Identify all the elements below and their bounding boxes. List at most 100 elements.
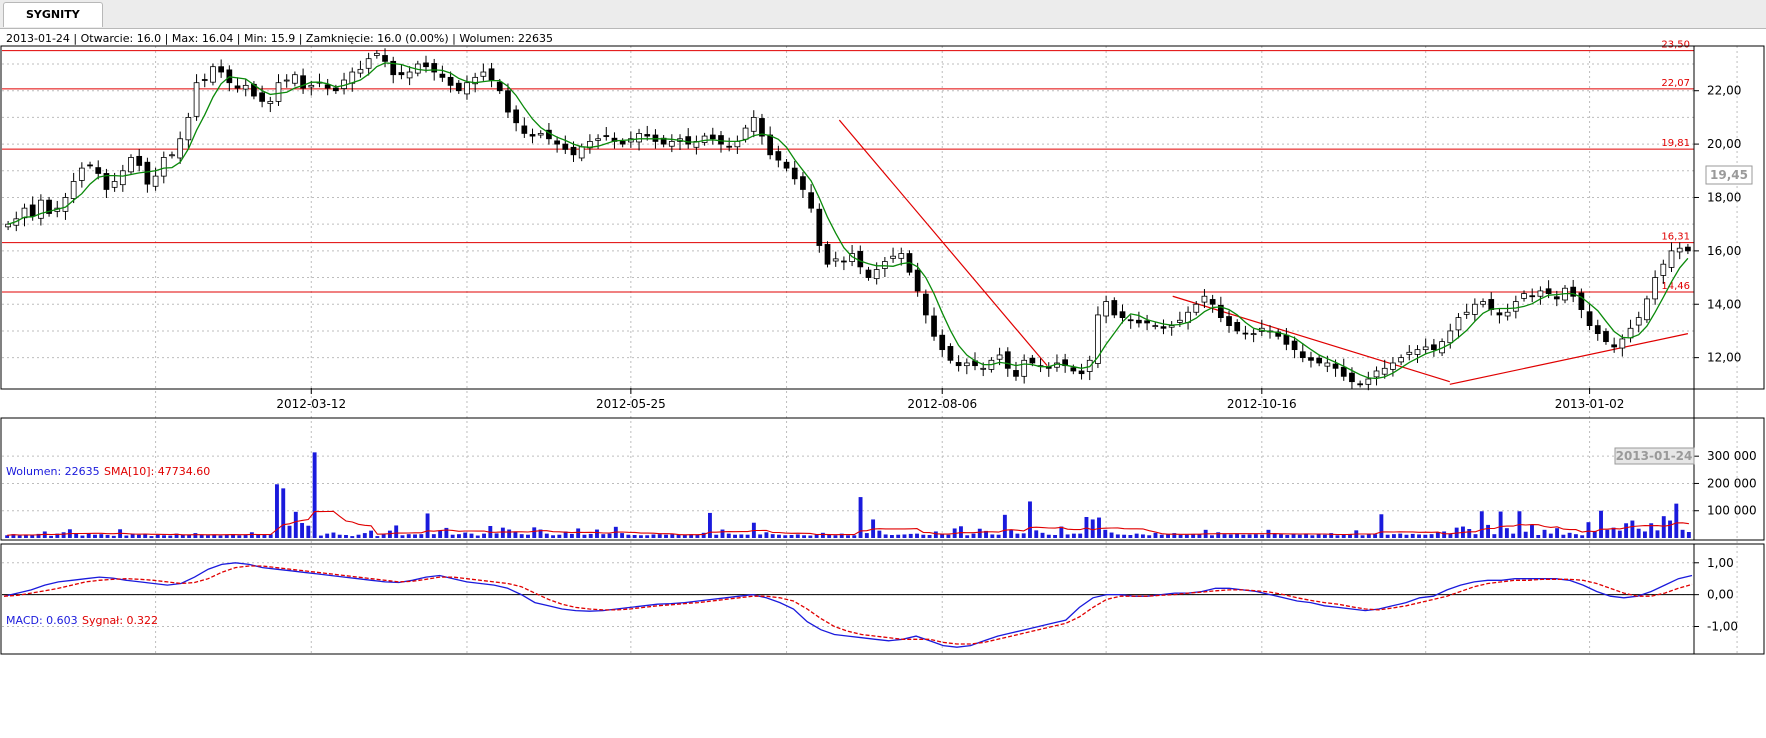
candle xyxy=(38,199,44,219)
volume-bar xyxy=(770,534,775,538)
candle xyxy=(1160,326,1167,329)
candle xyxy=(447,76,454,86)
candle xyxy=(1152,325,1159,328)
volume-bar xyxy=(1473,534,1478,538)
volume-bar xyxy=(802,535,807,538)
candle xyxy=(1521,293,1527,299)
volume-bar xyxy=(965,535,970,538)
candle xyxy=(1668,250,1675,268)
volume-bar xyxy=(1046,534,1051,538)
candle xyxy=(816,208,823,246)
volume-bar xyxy=(1555,528,1560,538)
candle xyxy=(734,141,741,148)
cursor-date-label: 2013-01-24 xyxy=(1616,449,1693,463)
candle xyxy=(636,133,642,143)
candle xyxy=(898,253,905,259)
candle xyxy=(521,125,528,134)
volume-bar xyxy=(1015,533,1020,538)
volume-bar xyxy=(356,534,361,538)
volume-bar xyxy=(99,534,104,538)
candle xyxy=(1340,366,1347,377)
volume-bar xyxy=(300,523,305,538)
volume-bar xyxy=(49,535,54,538)
volume-bar xyxy=(1297,534,1302,538)
candle xyxy=(1201,295,1208,303)
volume-bar xyxy=(1166,534,1170,538)
volume-bar xyxy=(996,534,1001,538)
volume-bar xyxy=(1134,533,1139,538)
candle xyxy=(1127,319,1134,322)
y-tick-label-14,00: 14,00 xyxy=(1707,297,1741,311)
candle xyxy=(431,63,438,73)
candle xyxy=(1308,357,1314,361)
volume-bar xyxy=(1071,533,1076,538)
volume-bar xyxy=(1184,534,1189,538)
volume-bar xyxy=(1128,535,1133,538)
candle xyxy=(890,255,896,259)
volume-bar xyxy=(1140,534,1145,538)
candle xyxy=(1471,303,1478,315)
volume-bar xyxy=(287,525,292,538)
candle xyxy=(144,161,151,185)
candle xyxy=(1504,311,1511,317)
tab-sygnity[interactable]: SYGNITY xyxy=(3,2,103,27)
volume-bar xyxy=(456,534,461,538)
volume-bar xyxy=(80,535,85,538)
volume-bar xyxy=(1272,533,1277,538)
candle xyxy=(578,146,585,159)
candle xyxy=(1414,349,1421,355)
volume-bar xyxy=(1216,532,1221,538)
candle xyxy=(947,346,954,361)
candle xyxy=(1332,363,1339,369)
volume-bar xyxy=(946,534,951,538)
volume-bar xyxy=(1398,533,1403,538)
level-label-19,81: 19,81 xyxy=(1661,138,1690,149)
info-line: 2013-01-24 | Otwarcie: 16.0 | Max: 16.04… xyxy=(6,32,553,45)
candle xyxy=(1136,319,1142,324)
volume-bar xyxy=(1109,532,1114,538)
volume-bar xyxy=(1479,511,1484,538)
volume-bar xyxy=(444,527,449,538)
volume-bar xyxy=(93,534,97,538)
level-label-14,46: 14,46 xyxy=(1661,281,1690,292)
candle xyxy=(1431,344,1437,351)
volume-bar xyxy=(1642,531,1647,538)
volume-bar xyxy=(915,533,919,538)
candle xyxy=(29,204,36,217)
volume-bar xyxy=(469,533,474,538)
volume-bar xyxy=(249,532,254,538)
volume-bar xyxy=(1523,531,1528,538)
candle xyxy=(169,154,175,157)
candle xyxy=(1685,246,1691,252)
candle xyxy=(554,140,560,145)
volume-bar xyxy=(1486,524,1491,538)
volume-bar xyxy=(105,535,110,538)
volume-bar xyxy=(1178,534,1183,538)
x-tick-label-2012-05-25: 2012-05-25 xyxy=(596,397,666,411)
volume-bar xyxy=(162,535,166,538)
volume-legend: Wolumen: 22635 xyxy=(6,465,100,478)
candle xyxy=(128,157,134,173)
volume-bar xyxy=(1661,516,1666,538)
volume-bar xyxy=(337,534,342,538)
candle xyxy=(931,315,937,337)
volume-bar xyxy=(638,535,643,538)
volume-bar xyxy=(1021,533,1026,538)
candle xyxy=(242,84,249,90)
candle xyxy=(1676,247,1683,253)
candle xyxy=(1594,325,1601,335)
volume-bar xyxy=(1028,501,1032,538)
volume-bar xyxy=(344,535,348,538)
volume-bar xyxy=(312,452,317,538)
volume-bar xyxy=(1668,520,1672,538)
volume-bar xyxy=(1391,534,1396,538)
candle xyxy=(193,82,200,117)
volume-bar xyxy=(262,535,267,538)
candle xyxy=(800,176,806,190)
candle xyxy=(21,207,28,219)
volume-bar xyxy=(626,534,631,538)
volume-bar xyxy=(1078,533,1083,538)
volume-bar xyxy=(1279,534,1283,538)
volume-bar xyxy=(670,534,675,538)
volume-bar xyxy=(846,535,850,538)
